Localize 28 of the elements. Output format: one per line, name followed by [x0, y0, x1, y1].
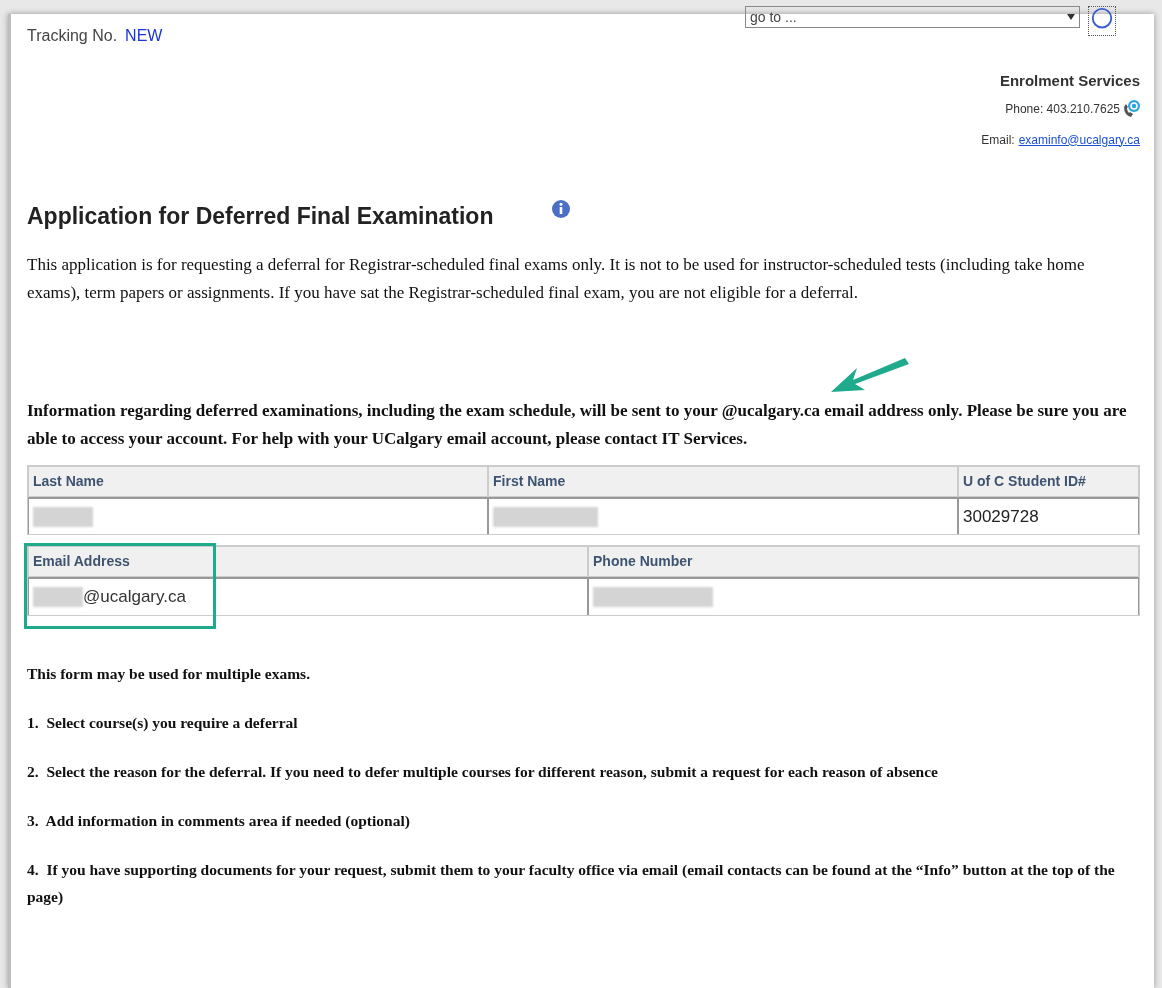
- instruction-text: 4. If you have supporting documents for your request, submit them to your faculty office via email (email contacts can be found at the “Info” button at the top of the page): [27, 860, 1116, 907]
- student-id: 30029728: [963, 505, 1039, 528]
- phone-number: Phone: 403.210.7625: [1005, 100, 1120, 118]
- instruction-text: 3. Add information in comments area if needed (optional): [27, 811, 411, 831]
- office-name: Enrolment Services: [999, 71, 1140, 91]
- help-icon[interactable]: [1088, 6, 1116, 36]
- email-label: Email:: [981, 131, 1015, 149]
- redaction-blur: [33, 587, 83, 607]
- column-header: U of C Student ID#: [958, 466, 1139, 497]
- column-header: Phone Number: [588, 546, 1139, 577]
- column-header: Last Name: [28, 466, 488, 497]
- caret-icon: [1067, 14, 1075, 20]
- info-icon[interactable]: [551, 198, 572, 219]
- instruction-text: 1. Select course(s) you require a deferral: [27, 713, 299, 733]
- skype-phone-icon: [1122, 98, 1140, 119]
- page-title: Application for Deferred Final Examination: [27, 201, 494, 231]
- column-header: First Name: [488, 466, 958, 497]
- email-domain: @ucalgary.ca: [83, 586, 186, 609]
- goto-dropdown[interactable]: go to ...: [745, 6, 1080, 28]
- instruction-text: This form may be used for multiple exams.: [27, 664, 311, 684]
- email-link[interactable]: examinfo@ucalgary.ca: [1018, 130, 1140, 149]
- column-header: Email Address: [28, 546, 588, 577]
- tracking-label: Tracking No.: [27, 26, 118, 46]
- email-notice: Information regarding deferred examinations, including the exam schedule, will be sent to your @ucalgary.ca email address only. Please be sure you are able to access your account. For help with your UCalgary email account, please contact IT Services.: [27, 400, 1128, 450]
- redaction-blur: [33, 506, 93, 527]
- instruction-text: 2. Select the reason for the deferral. If you need to defer multiple courses for different reason, submit a request for each reason of absence: [27, 762, 939, 782]
- intro-paragraph: This application is for requesting a deferral for Registrar-scheduled final exams only. It is not to be used for instructor-scheduled tests (including take home exams), term papers or assignments. If you have sat the Registrar-scheduled final exam, you are not eligible for a deferral.: [27, 254, 1086, 304]
- tracking-value: NEW: [125, 26, 163, 46]
